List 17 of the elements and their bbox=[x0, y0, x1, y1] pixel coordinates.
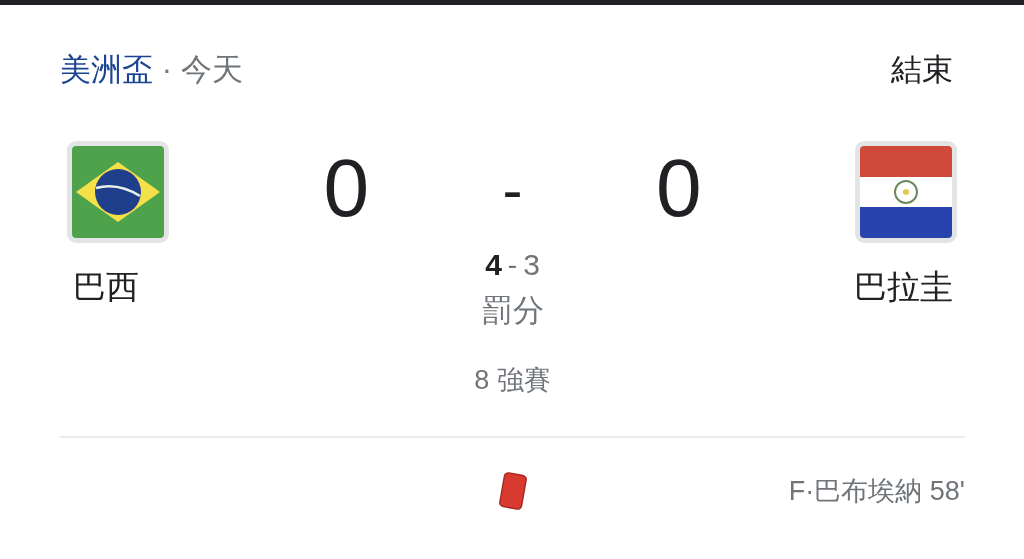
team-name[interactable]: 巴西 bbox=[73, 265, 139, 310]
separator: · bbox=[160, 52, 173, 87]
score: 0 bbox=[655, 141, 702, 235]
team-name[interactable]: 巴拉圭 bbox=[854, 265, 953, 310]
penalty-score: 4 bbox=[485, 248, 502, 282]
penalty-label: 罰分 bbox=[481, 292, 544, 330]
brazil-flag-icon bbox=[72, 146, 164, 238]
match-date: 今天 bbox=[180, 52, 243, 87]
event-text: F·巴布埃納 58' bbox=[788, 475, 965, 508]
match-status: 結束 bbox=[891, 51, 953, 89]
stage-label: 8 強賽 bbox=[474, 364, 551, 397]
penalty-score: 3 bbox=[523, 248, 540, 282]
score: 0 bbox=[323, 141, 370, 235]
penalty-separator: - bbox=[507, 249, 518, 281]
paraguay-flag-icon bbox=[860, 146, 952, 238]
score-separator: - bbox=[502, 155, 523, 224]
competition-link[interactable]: 美洲盃 bbox=[60, 52, 153, 87]
